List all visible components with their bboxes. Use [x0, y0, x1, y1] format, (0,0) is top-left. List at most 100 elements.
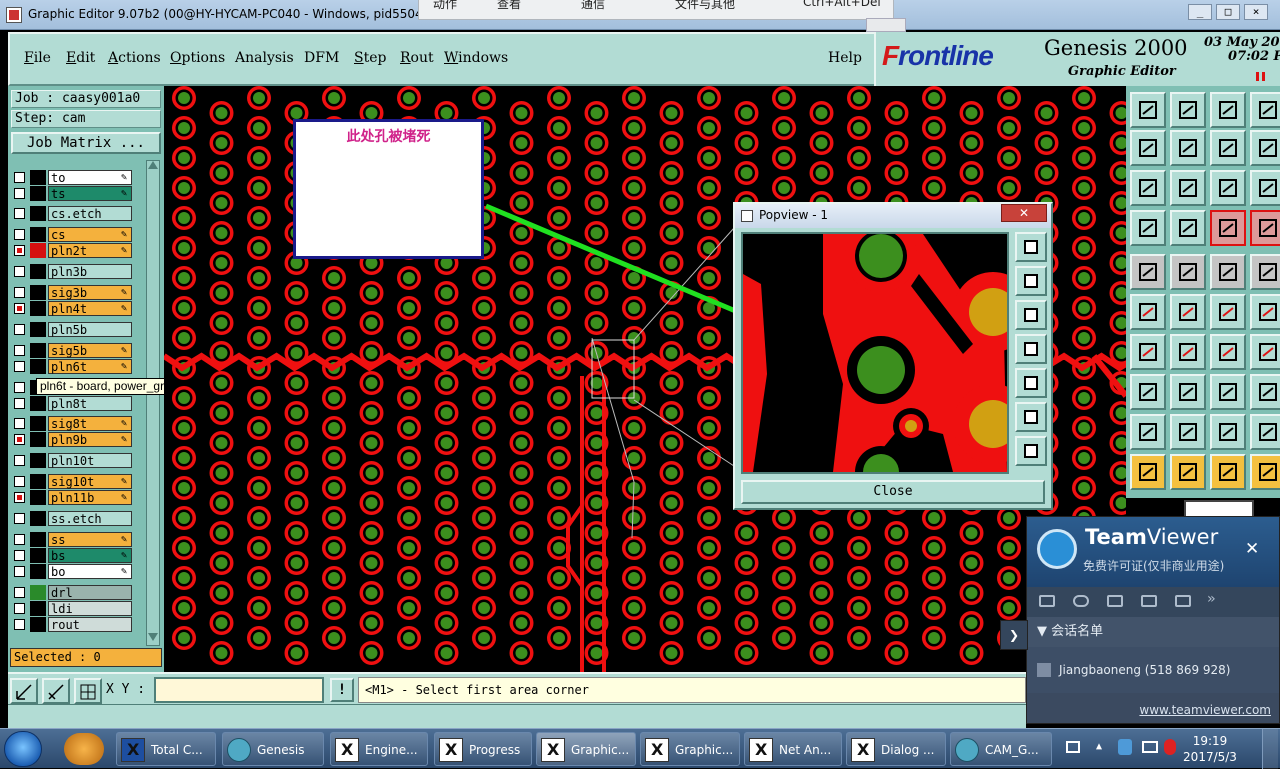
layer-swatch[interactable]	[30, 227, 46, 242]
menu-analysis[interactable]: Analysis	[235, 50, 294, 66]
layer-checkbox[interactable]	[14, 550, 25, 561]
start-button[interactable]	[4, 731, 42, 767]
layer-checkbox[interactable]	[14, 324, 25, 335]
pointer-c-button[interactable]	[1210, 454, 1246, 490]
snap-left-button[interactable]	[1130, 130, 1166, 166]
layer-row-pln5b[interactable]: pln5b	[12, 322, 136, 337]
edit-poly-button[interactable]	[1130, 374, 1166, 410]
menu-step[interactable]: Step	[354, 50, 386, 66]
bus-button[interactable]	[1250, 374, 1280, 410]
tv-files-menu[interactable]: 文件与其他	[675, 0, 735, 12]
network-icon[interactable]	[1142, 741, 1158, 753]
draw-line-button[interactable]	[1130, 334, 1166, 370]
layer-row-pln11b[interactable]: pln11b ✎	[12, 490, 136, 505]
layer-row-drl[interactable]: drl	[12, 585, 136, 600]
layer-swatch[interactable]	[30, 453, 46, 468]
show-desktop-button[interactable]	[1262, 729, 1278, 769]
tv-contact[interactable]: Jiangbaoneng (518 869 928)	[1027, 647, 1279, 693]
layer-row-pln3b[interactable]: pln3b	[12, 264, 136, 279]
close-window-button[interactable]: ×	[1244, 4, 1268, 20]
task-graphic-1[interactable]: Graphic...	[536, 732, 636, 766]
pop-zoom-out-button[interactable]	[1015, 436, 1047, 466]
layer-row-sig8t[interactable]: sig8t ✎	[12, 416, 136, 431]
layer-checkbox[interactable]	[14, 418, 25, 429]
tv-comm-menu[interactable]: 通信	[581, 0, 605, 12]
layer-row-ss-etch[interactable]: ss.etch	[12, 511, 136, 526]
layer-name[interactable]: drl	[48, 585, 132, 600]
tray-expand-icon[interactable]: ▲	[1096, 741, 1102, 752]
scroll-down-icon[interactable]	[148, 633, 158, 641]
display-grid-button[interactable]	[1250, 92, 1280, 128]
pop-pan-up-button[interactable]	[1015, 266, 1047, 296]
layer-swatch[interactable]	[30, 564, 46, 579]
xy-input[interactable]	[154, 677, 324, 703]
layer-name[interactable]: ldi	[48, 601, 132, 616]
move-up-button[interactable]	[1130, 92, 1166, 128]
tv-session-list[interactable]: ▼ 会话名单	[1027, 617, 1279, 647]
tv-close-icon[interactable]: ✕	[1245, 539, 1259, 559]
layer-checkbox[interactable]	[14, 513, 25, 524]
scroll-up-icon[interactable]	[148, 161, 158, 169]
add-line-button[interactable]	[1170, 254, 1206, 290]
layer-name[interactable]: pln3b	[48, 264, 132, 279]
layer-swatch[interactable]	[30, 285, 46, 300]
add-circle-button[interactable]	[1250, 254, 1280, 290]
layer-row-pln10t[interactable]: pln10t	[12, 453, 136, 468]
layer-name[interactable]: sig5b ✎	[48, 343, 132, 358]
layer-checkbox[interactable]	[14, 303, 25, 314]
layer-name[interactable]: cs.etch	[48, 206, 132, 221]
layer-checkbox[interactable]	[14, 619, 25, 630]
flip-button[interactable]	[1170, 374, 1206, 410]
layer-swatch[interactable]	[30, 601, 46, 616]
menu-edit[interactable]: Edit	[66, 50, 95, 66]
tv-files-icon[interactable]	[1141, 595, 1157, 607]
task-dialog[interactable]: Dialog ...	[846, 732, 946, 766]
layer-row-pln2t[interactable]: pln2t ✎	[12, 243, 136, 258]
menu-options[interactable]: Options	[170, 50, 225, 66]
layer-row-ldi[interactable]: ldi	[12, 601, 136, 616]
pop-pan-right-button[interactable]	[1015, 368, 1047, 398]
layer-name[interactable]: ss ✎	[48, 532, 132, 547]
tv-camera-icon[interactable]	[1039, 595, 1055, 607]
layer-row-bo[interactable]: bo ✎	[12, 564, 136, 579]
layer-row-sig3b[interactable]: sig3b ✎	[12, 285, 136, 300]
measure-mode-button[interactable]	[42, 678, 70, 704]
layer-name[interactable]: to ✎	[48, 170, 132, 185]
pointer-b-button[interactable]	[1170, 454, 1206, 490]
layer-row-bs[interactable]: bs ✎	[12, 548, 136, 563]
task-genesis[interactable]: Genesis	[222, 732, 324, 766]
layer-checkbox[interactable]	[14, 603, 25, 614]
layer-name[interactable]: pln4t ✎	[48, 301, 132, 316]
layer-swatch[interactable]	[30, 416, 46, 431]
grid-button[interactable]	[1170, 210, 1206, 246]
layer-checkbox[interactable]	[14, 266, 25, 277]
layer-name[interactable]: ss.etch	[48, 511, 132, 526]
menu-actions[interactable]: Actions	[108, 50, 161, 66]
keyboard-icon[interactable]	[1066, 741, 1080, 753]
layer-name[interactable]: sig10t ✎	[48, 474, 132, 489]
layer-swatch[interactable]	[30, 432, 46, 447]
home-button[interactable]	[1210, 92, 1246, 128]
layer-name[interactable]: pln11b ✎	[48, 490, 132, 505]
layer-name[interactable]: rout	[48, 617, 132, 632]
popview-close-button[interactable]: Close	[741, 480, 1045, 504]
layer-checkbox[interactable]	[14, 172, 25, 183]
query-button[interactable]	[1250, 170, 1280, 206]
layer-checkbox[interactable]	[14, 534, 25, 545]
layer-name[interactable]: pln9b ✎	[48, 432, 132, 447]
layer-checkbox[interactable]	[14, 434, 25, 445]
layer-row-cs-etch[interactable]: cs.etch	[12, 206, 136, 221]
layer-row-cs[interactable]: cs ✎	[12, 227, 136, 242]
layer-swatch[interactable]	[30, 264, 46, 279]
tray-clock[interactable]: 19:19 2017/5/3	[1170, 733, 1250, 765]
layer-checkbox[interactable]	[14, 492, 25, 503]
tv-tools-icon[interactable]	[1175, 595, 1191, 607]
tv-website-link[interactable]: www.teamviewer.com	[1027, 703, 1271, 717]
minimize-button[interactable]: _	[1188, 4, 1212, 20]
layer-swatch[interactable]	[30, 617, 46, 632]
task-totalcmd[interactable]: Total C...	[116, 732, 216, 766]
select-net-button[interactable]	[1250, 210, 1280, 246]
layer-checkbox[interactable]	[14, 361, 25, 372]
task-netan[interactable]: Net An...	[744, 732, 842, 766]
cut-line-button[interactable]	[1210, 374, 1246, 410]
